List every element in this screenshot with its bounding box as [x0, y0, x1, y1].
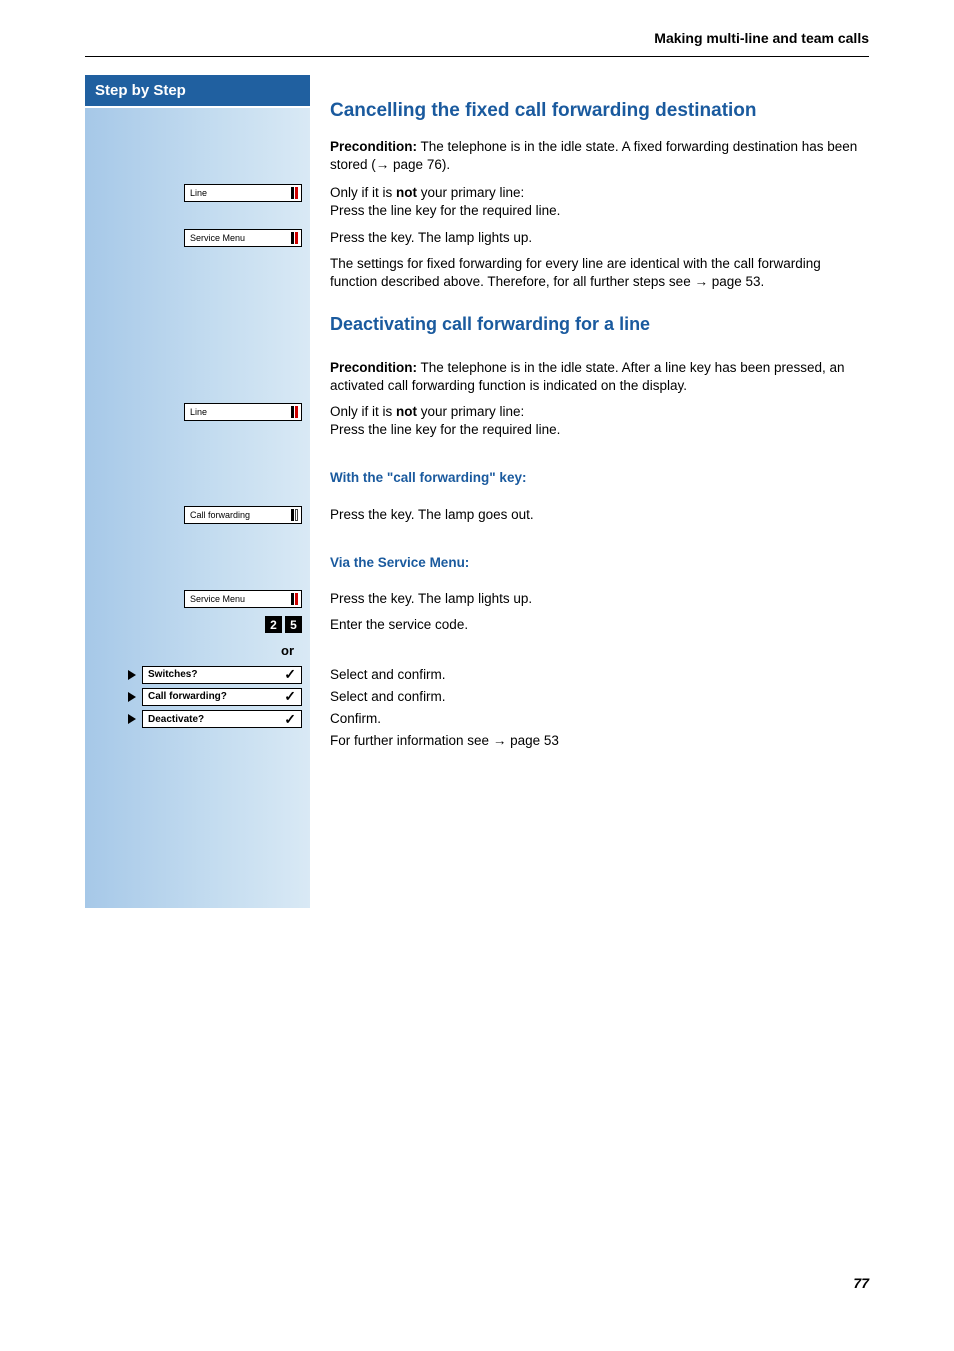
line-instruction-2: Only if it is not your primary line: Pre…	[310, 403, 869, 439]
service-menu-label: Service Menu	[190, 233, 286, 243]
line-not-1: not	[396, 185, 417, 200]
lamp-icon	[291, 232, 298, 244]
check-icon: ✓	[284, 666, 296, 683]
header-rule	[85, 56, 869, 57]
precond-pageref-1: → page 76).	[376, 157, 450, 172]
precond-label-1: Precondition:	[330, 139, 417, 154]
cf-menu-instruction: Select and confirm.	[310, 688, 869, 706]
lamp-icon	[291, 593, 298, 605]
line-press-2: Press the line key for the required line…	[330, 422, 560, 437]
subheading-via-service: Via the Service Menu:	[330, 554, 869, 572]
line-press-1: Press the line key for the required line…	[330, 203, 560, 218]
line-key-label: Line	[190, 188, 286, 198]
menu-deactivate-label: Deactivate?	[148, 714, 204, 725]
line-key-label-2: Line	[190, 407, 286, 417]
svc-instruction-2: Press the key. The lamp lights up.	[310, 590, 869, 608]
check-icon: ✓	[284, 688, 296, 705]
precond-label-2: Precondition:	[330, 360, 417, 375]
lamp-icon	[291, 187, 298, 199]
menu-switches-label: Switches?	[148, 669, 197, 680]
section-heading-cancel: Cancelling the fixed call forwarding des…	[330, 99, 869, 124]
cf-instruction: Press the key. The lamp goes out.	[310, 506, 869, 524]
digit-5: 5	[285, 616, 302, 633]
menu-arrow-icon	[128, 670, 136, 680]
switches-instruction: Select and confirm.	[310, 666, 869, 684]
service-menu-key-1[interactable]: Service Menu	[184, 229, 302, 247]
lamp-icon	[291, 406, 298, 418]
subheading-cf-key: With the "call forwarding" key:	[330, 469, 869, 487]
check-icon: ✓	[284, 711, 296, 728]
line-instruction-1: Only if it is not your primary line: Pre…	[310, 184, 869, 220]
lamp-off-icon	[291, 509, 298, 521]
running-header: Making multi-line and team calls	[85, 30, 869, 52]
call-forwarding-label: Call forwarding	[190, 510, 286, 520]
section-heading-deactivate: Deactivating call forwarding for a line	[330, 313, 869, 336]
svc-instruction-1: Press the key. The lamp lights up.	[310, 229, 869, 247]
or-label: or	[85, 643, 302, 658]
enter-code-instruction: Enter the service code.	[310, 616, 869, 634]
further-text: For further information see	[330, 733, 493, 748]
menu-arrow-icon	[128, 714, 136, 724]
line-pre-2: Only if it is	[330, 404, 396, 419]
step-by-step-banner: Step by Step	[85, 75, 310, 106]
service-menu-key-2[interactable]: Service Menu	[184, 590, 302, 608]
service-menu-label-2: Service Menu	[190, 594, 286, 604]
menu-arrow-icon	[128, 692, 136, 702]
digit-2: 2	[265, 616, 282, 633]
precondition-2: Precondition: The telephone is in the id…	[310, 359, 869, 395]
further-info: For further information see → page 53	[310, 732, 869, 750]
call-forwarding-key[interactable]: Call forwarding	[184, 506, 302, 524]
menu-call-forwarding[interactable]: Call forwarding? ✓	[142, 688, 302, 706]
service-code-digits[interactable]: 2 5	[265, 616, 302, 633]
page-number: 77	[853, 1275, 869, 1291]
menu-cf-label: Call forwarding?	[148, 691, 227, 702]
line-post-2: your primary line:	[417, 404, 524, 419]
menu-switches[interactable]: Switches? ✓	[142, 666, 302, 684]
line-pre-1: Only if it is	[330, 185, 396, 200]
deactivate-instruction: Confirm.	[310, 710, 869, 728]
precondition-1: Precondition: The telephone is in the id…	[330, 138, 869, 174]
para3-ref: → page 53.	[694, 274, 764, 289]
further-ref: → page 53	[493, 733, 559, 748]
line-not-2: not	[396, 404, 417, 419]
menu-deactivate[interactable]: Deactivate? ✓	[142, 710, 302, 728]
line-key-1[interactable]: Line	[184, 184, 302, 202]
fixed-fwd-paragraph: The settings for fixed forwarding for ev…	[310, 255, 869, 291]
line-key-2[interactable]: Line	[184, 403, 302, 421]
line-post-1: your primary line:	[417, 185, 524, 200]
